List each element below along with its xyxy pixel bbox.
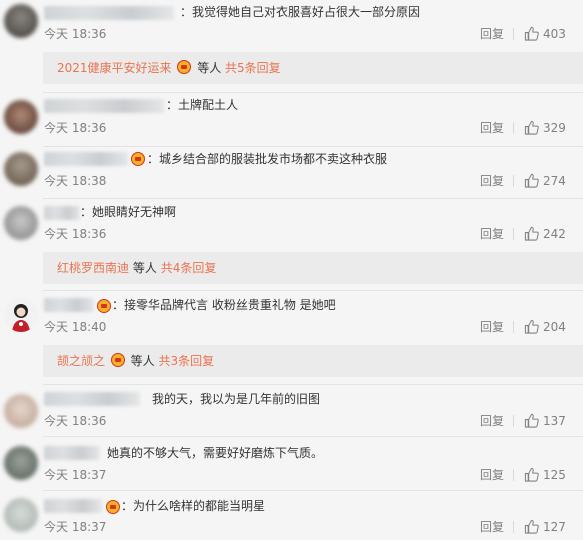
comment-text: 我的天，我以为是几年前的旧图	[152, 392, 321, 406]
comment-time: 今天 18:37	[44, 468, 107, 482]
comment-text: ：城乡结合部的服装批发市场都不卖这种衣服	[147, 152, 388, 166]
like-count: 274	[543, 174, 566, 188]
thumbs-up-icon[interactable]	[524, 120, 539, 135]
avatar-figure	[12, 304, 30, 332]
divider	[43, 436, 583, 437]
like-count: 329	[543, 121, 566, 135]
sub-reply-user[interactable]: 颉之颃之	[57, 354, 105, 368]
avatar[interactable]	[4, 394, 38, 428]
username[interactable]	[44, 446, 100, 460]
comment-text: ：她眼睛好无神啊	[80, 205, 177, 219]
comment-time: 今天 18:36	[44, 27, 107, 41]
sub-reply-suffix: 等人	[130, 354, 155, 368]
action-divider	[513, 122, 514, 134]
avatar[interactable]	[4, 152, 38, 186]
reply-button[interactable]: 回复	[480, 226, 504, 242]
divider	[43, 384, 583, 385]
reply-button[interactable]: 回复	[480, 319, 504, 335]
sub-reply-count[interactable]: 共5条回复	[225, 61, 281, 75]
comment-time: 今天 18:36	[44, 121, 107, 135]
sub-reply-suffix: 等人	[197, 61, 222, 75]
sub-replies[interactable]: 颉之颃之 等人 共3条回复	[43, 345, 583, 377]
like-count: 242	[543, 227, 566, 241]
username[interactable]	[44, 392, 140, 406]
thumbs-up-icon[interactable]	[524, 173, 539, 188]
comment-time: 今天 18:40	[44, 320, 107, 334]
action-divider	[513, 415, 514, 427]
action-divider	[513, 321, 514, 333]
reply-button[interactable]: 回复	[480, 413, 504, 429]
comment-text: ：为什么啥样的都能当明星	[121, 499, 266, 513]
like-count: 127	[543, 520, 566, 534]
username[interactable]	[44, 152, 128, 166]
action-divider	[513, 175, 514, 187]
like-count: 137	[543, 414, 566, 428]
thumbs-up-icon[interactable]	[524, 413, 539, 428]
like-count: 204	[543, 320, 566, 334]
comment-list: ：我觉得她自己对衣服喜好占很大一部分原因 今天 18:36 回复 403 202…	[0, 0, 583, 540]
thumbs-up-icon[interactable]	[524, 226, 539, 241]
sub-replies[interactable]: 红桃罗西南迪 等人 共4条回复	[43, 252, 583, 284]
thumbs-up-icon[interactable]	[524, 467, 539, 482]
thumbs-up-icon[interactable]	[524, 519, 539, 534]
comment-text: 她真的不够大气，需要好好磨炼下气质。	[107, 446, 324, 460]
comment-text: ：土牌配土人	[166, 98, 239, 112]
vip-badge-icon	[110, 353, 125, 367]
vip-badge-icon	[177, 60, 192, 74]
action-divider	[513, 469, 514, 481]
action-divider	[513, 28, 514, 40]
sub-reply-user[interactable]: 2021健康平安好运来	[57, 61, 172, 75]
action-divider	[513, 521, 514, 533]
comment-time: 今天 18:37	[44, 520, 107, 534]
avatar[interactable]	[4, 100, 38, 134]
sub-reply-count[interactable]: 共3条回复	[159, 354, 215, 368]
avatar[interactable]	[4, 498, 38, 532]
vip-badge-icon	[106, 500, 120, 514]
thumbs-up-icon[interactable]	[524, 26, 539, 41]
sub-reply-user[interactable]: 红桃罗西南迪	[57, 261, 129, 275]
username[interactable]	[44, 206, 80, 220]
divider	[43, 146, 583, 147]
username[interactable]	[44, 99, 164, 113]
username[interactable]	[44, 298, 94, 312]
comment-text: ：接零华品牌代言 收粉丝贵重礼物 是她吧	[112, 298, 336, 312]
username[interactable]	[44, 499, 102, 513]
avatar[interactable]	[4, 206, 38, 240]
vip-badge-icon	[131, 152, 145, 166]
comment-time: 今天 18:36	[44, 414, 107, 428]
divider	[43, 290, 583, 291]
divider	[43, 198, 583, 199]
comment-time: 今天 18:36	[44, 227, 107, 241]
thumbs-up-icon[interactable]	[524, 319, 539, 334]
avatar[interactable]	[4, 446, 38, 480]
reply-button[interactable]: 回复	[480, 467, 504, 483]
action-divider	[513, 228, 514, 240]
like-count: 125	[543, 468, 566, 482]
avatar[interactable]	[4, 298, 38, 332]
sub-replies[interactable]: 2021健康平安好运来 等人 共5条回复	[43, 52, 583, 84]
avatar[interactable]	[4, 4, 38, 38]
username[interactable]	[44, 6, 174, 20]
reply-button[interactable]: 回复	[480, 120, 504, 136]
vip-badge-icon	[97, 299, 111, 313]
divider	[43, 490, 583, 491]
reply-button[interactable]: 回复	[480, 519, 504, 535]
comment-text: ：我觉得她自己对衣服喜好占很大一部分原因	[180, 5, 421, 19]
divider	[43, 92, 583, 93]
comment-time: 今天 18:38	[44, 174, 107, 188]
sub-reply-count[interactable]: 共4条回复	[161, 261, 217, 275]
reply-button[interactable]: 回复	[480, 26, 504, 42]
reply-button[interactable]: 回复	[480, 173, 504, 189]
like-count: 403	[543, 27, 566, 41]
sub-reply-suffix: 等人	[132, 261, 157, 275]
